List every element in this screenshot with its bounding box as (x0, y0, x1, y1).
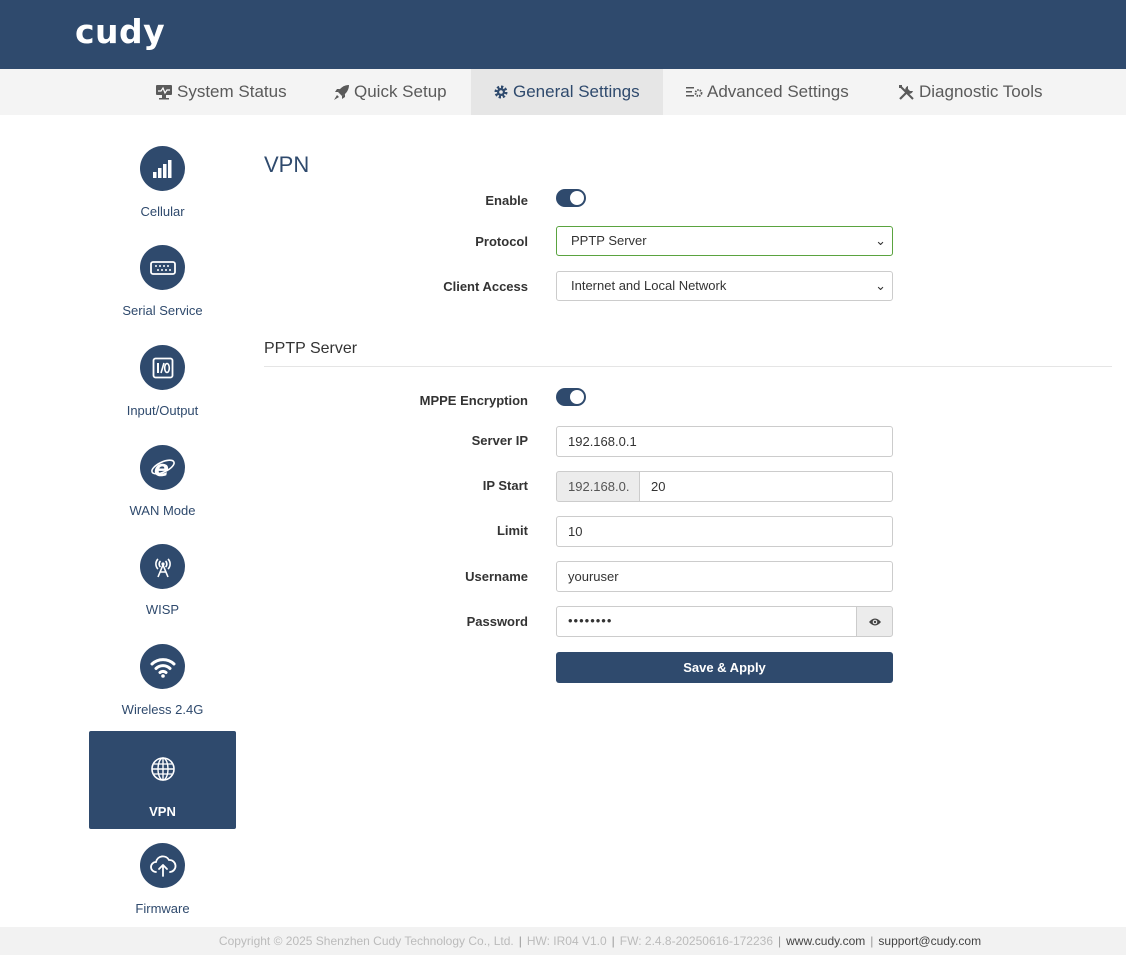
sidebar-item-wan-mode[interactable]: e WAN Mode (89, 430, 236, 528)
ip-start-input[interactable]: 20 (639, 471, 893, 502)
enable-toggle[interactable] (556, 189, 586, 207)
server-ip-input[interactable]: 192.168.0.1 (556, 426, 893, 457)
mppe-toggle[interactable] (556, 388, 586, 406)
protocol-value: PPTP Server (571, 233, 647, 248)
nav-label: Diagnostic Tools (919, 82, 1043, 101)
toggle-knob (570, 191, 584, 205)
nav-label: Quick Setup (354, 82, 447, 101)
chevron-down-icon: ⌄ (875, 278, 886, 293)
ip-start-prefix: 192.168.0. (556, 471, 640, 502)
username-label: Username (465, 569, 528, 584)
server-ip-label: Server IP (471, 433, 528, 448)
cudy-logo[interactable]: cudy (75, 12, 165, 51)
website-link[interactable]: www.cudy.com (786, 934, 865, 948)
sidebar-item-wireless-24g[interactable]: Wireless 2.4G (89, 629, 236, 727)
internet-e-icon: e (140, 445, 185, 490)
limit-label: Limit (496, 523, 528, 538)
toggle-knob (570, 390, 584, 404)
copyright-text: Copyright © 2025 Shenzhen Cudy Technolog… (218, 934, 514, 948)
save-apply-button[interactable]: Save & Apply (556, 652, 893, 683)
globe-icon (140, 746, 185, 791)
nav-quick-setup[interactable]: Quick Setup (333, 69, 458, 115)
sidebar-label: Input/Output (126, 403, 199, 418)
protocol-label: Protocol (475, 234, 528, 249)
sidebar-label: Serial Service (122, 303, 203, 318)
nav-advanced-settings[interactable]: Advanced Settings (686, 69, 861, 115)
username-input[interactable]: youruser (556, 561, 893, 592)
client-access-label: Client Access (443, 279, 528, 294)
show-password-button[interactable] (856, 606, 893, 637)
client-access-select[interactable]: Internet and Local Network ⌄ (556, 271, 893, 301)
nav-label: Advanced Settings (707, 82, 849, 101)
limit-input[interactable]: 10 (556, 516, 893, 547)
sidebar-item-vpn[interactable]: VPN (89, 731, 236, 829)
serial-port-icon (140, 245, 185, 290)
antenna-icon (140, 544, 185, 589)
chevron-down-icon: ⌄ (875, 233, 886, 248)
nav-diagnostic-tools[interactable]: Diagnostic Tools (898, 69, 1053, 115)
nav-label: General Settings (513, 82, 640, 101)
password-label: Password (466, 614, 528, 629)
enable-label: Enable (485, 193, 528, 208)
signal-bars-icon (140, 146, 185, 191)
sidebar-item-serial-service[interactable]: Serial Service (89, 230, 236, 328)
sidebar-label: Cellular (140, 204, 185, 219)
footer: Copyright © 2025 Shenzhen Cudy Technolog… (0, 927, 1126, 955)
io-icon (140, 345, 185, 390)
mppe-label: MPPE Encryption (419, 393, 528, 408)
sliders-gear-icon (686, 87, 703, 97)
sidebar-item-wisp[interactable]: WISP (89, 529, 236, 627)
sidebar-item-input-output[interactable]: Input/Output (89, 330, 236, 428)
pptp-section-title: PPTP Server (264, 340, 358, 357)
monitor-icon (156, 85, 172, 100)
rocket-icon (334, 84, 349, 100)
wifi-icon (140, 644, 185, 689)
sidebar-label: WAN Mode (129, 503, 196, 518)
hw-version: HW: IR04 V1.0 (526, 934, 607, 948)
sidebar-item-cellular[interactable]: Cellular (89, 131, 236, 229)
gear-icon (494, 85, 508, 99)
sidebar-item-firmware[interactable]: Firmware (89, 828, 236, 926)
section-divider (264, 366, 1112, 367)
sidebar-label: VPN (149, 804, 176, 819)
support-email-link[interactable]: support@cudy.com (878, 934, 981, 948)
sidebar-label: Wireless 2.4G (121, 702, 204, 717)
nav-label: System Status (177, 82, 287, 101)
main-nav: System Status Quick Setup General Settin… (0, 69, 1126, 115)
tools-icon (899, 84, 914, 100)
client-access-value: Internet and Local Network (571, 278, 727, 293)
sidebar-label: WISP (145, 602, 180, 617)
eye-icon (868, 618, 881, 625)
protocol-select[interactable]: PPTP Server ⌄ (556, 226, 893, 256)
top-header: cudy (0, 0, 1126, 69)
password-input[interactable]: •••••••• (556, 606, 857, 637)
sidebar-label: Firmware (135, 901, 190, 916)
fw-version: FW: 2.4.8-20250616-172236 (619, 934, 774, 948)
ip-start-label: IP Start (482, 478, 528, 493)
nav-general-settings[interactable]: General Settings (471, 69, 663, 115)
page-title: VPN (264, 152, 310, 177)
nav-system-status[interactable]: System Status (155, 69, 295, 115)
cloud-upload-icon (140, 843, 185, 888)
